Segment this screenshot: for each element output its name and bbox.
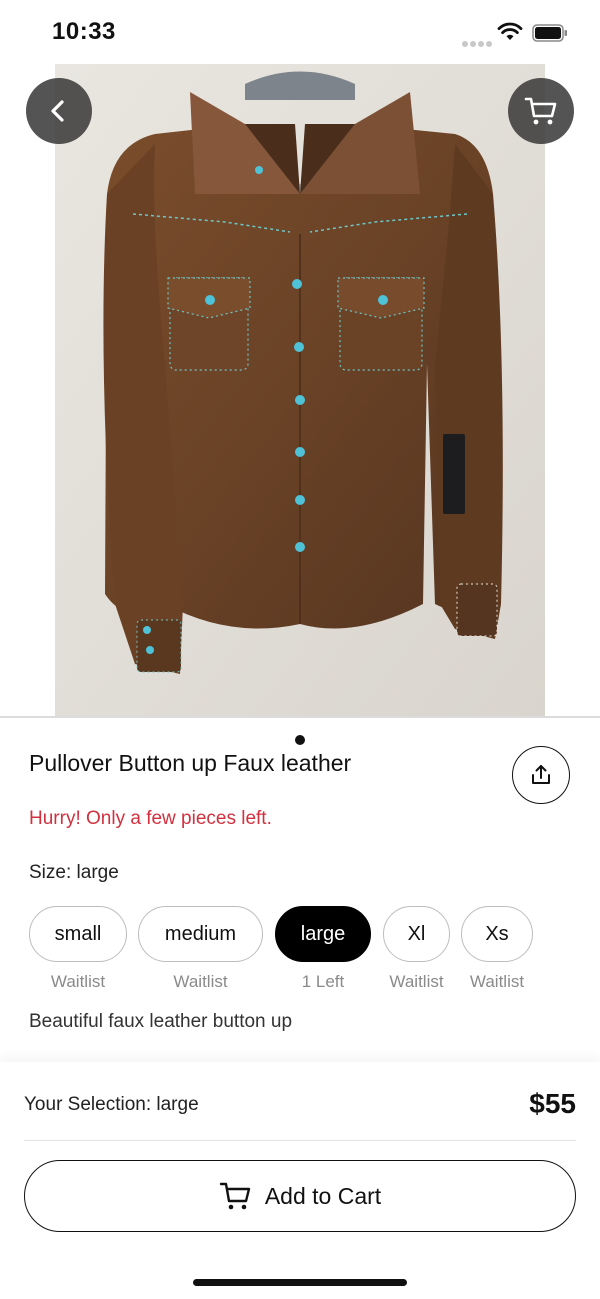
size-option-large[interactable]: large xyxy=(275,906,371,962)
wifi-icon xyxy=(497,22,523,40)
size-label: Size: large xyxy=(29,862,119,884)
size-option-label: Xs xyxy=(485,922,509,945)
size-option-label: Xl xyxy=(407,922,426,945)
size-option-medium[interactable]: medium xyxy=(138,906,263,962)
product-title: Pullover Button up Faux leather xyxy=(29,750,352,776)
size-option-label: small xyxy=(54,922,102,945)
size-status-medium: Waitlist xyxy=(173,972,228,991)
add-to-cart-button[interactable]: Add to Cart xyxy=(24,1160,576,1232)
cart-button[interactable] xyxy=(508,78,574,144)
signal-icon xyxy=(462,34,494,52)
product-price: $55 xyxy=(529,1088,576,1119)
size-status-small: Waitlist xyxy=(50,972,106,991)
stock-warning: Hurry! Only a few pieces left. xyxy=(29,808,272,829)
share-button[interactable] xyxy=(512,746,570,804)
product-image xyxy=(55,64,545,716)
selection-summary: Your Selection: large xyxy=(24,1094,199,1115)
size-option-xs[interactable]: Xs xyxy=(461,906,533,962)
chevron-left-icon xyxy=(51,100,64,122)
section-divider xyxy=(0,716,600,718)
page-indicator-dot xyxy=(295,735,305,745)
size-label-prefix: Size: xyxy=(29,862,72,883)
size-option-label: medium xyxy=(164,922,237,945)
size-option-xl[interactable]: Xl xyxy=(383,906,450,962)
add-to-cart-label: Add to Cart xyxy=(264,1182,382,1209)
status-time: 10:33 xyxy=(52,18,116,45)
battery-icon xyxy=(532,24,567,42)
status-bar: 10:33 xyxy=(0,0,600,64)
back-button[interactable] xyxy=(26,78,92,144)
size-status-xs: Waitlist xyxy=(469,972,525,991)
size-status-large: 1 Left xyxy=(301,972,345,991)
share-icon xyxy=(532,765,550,784)
size-option-small[interactable]: small xyxy=(29,906,127,962)
cart-icon xyxy=(219,1182,251,1210)
size-status-xl: Waitlist xyxy=(389,972,444,991)
product-description: Beautiful faux leather button up xyxy=(29,1011,293,1032)
home-indicator[interactable] xyxy=(193,1279,407,1286)
cart-icon xyxy=(524,97,557,125)
size-label-value: large xyxy=(76,862,119,883)
product-gallery[interactable] xyxy=(0,64,600,757)
checkout-divider xyxy=(24,1140,576,1141)
size-option-label: large xyxy=(300,922,346,945)
